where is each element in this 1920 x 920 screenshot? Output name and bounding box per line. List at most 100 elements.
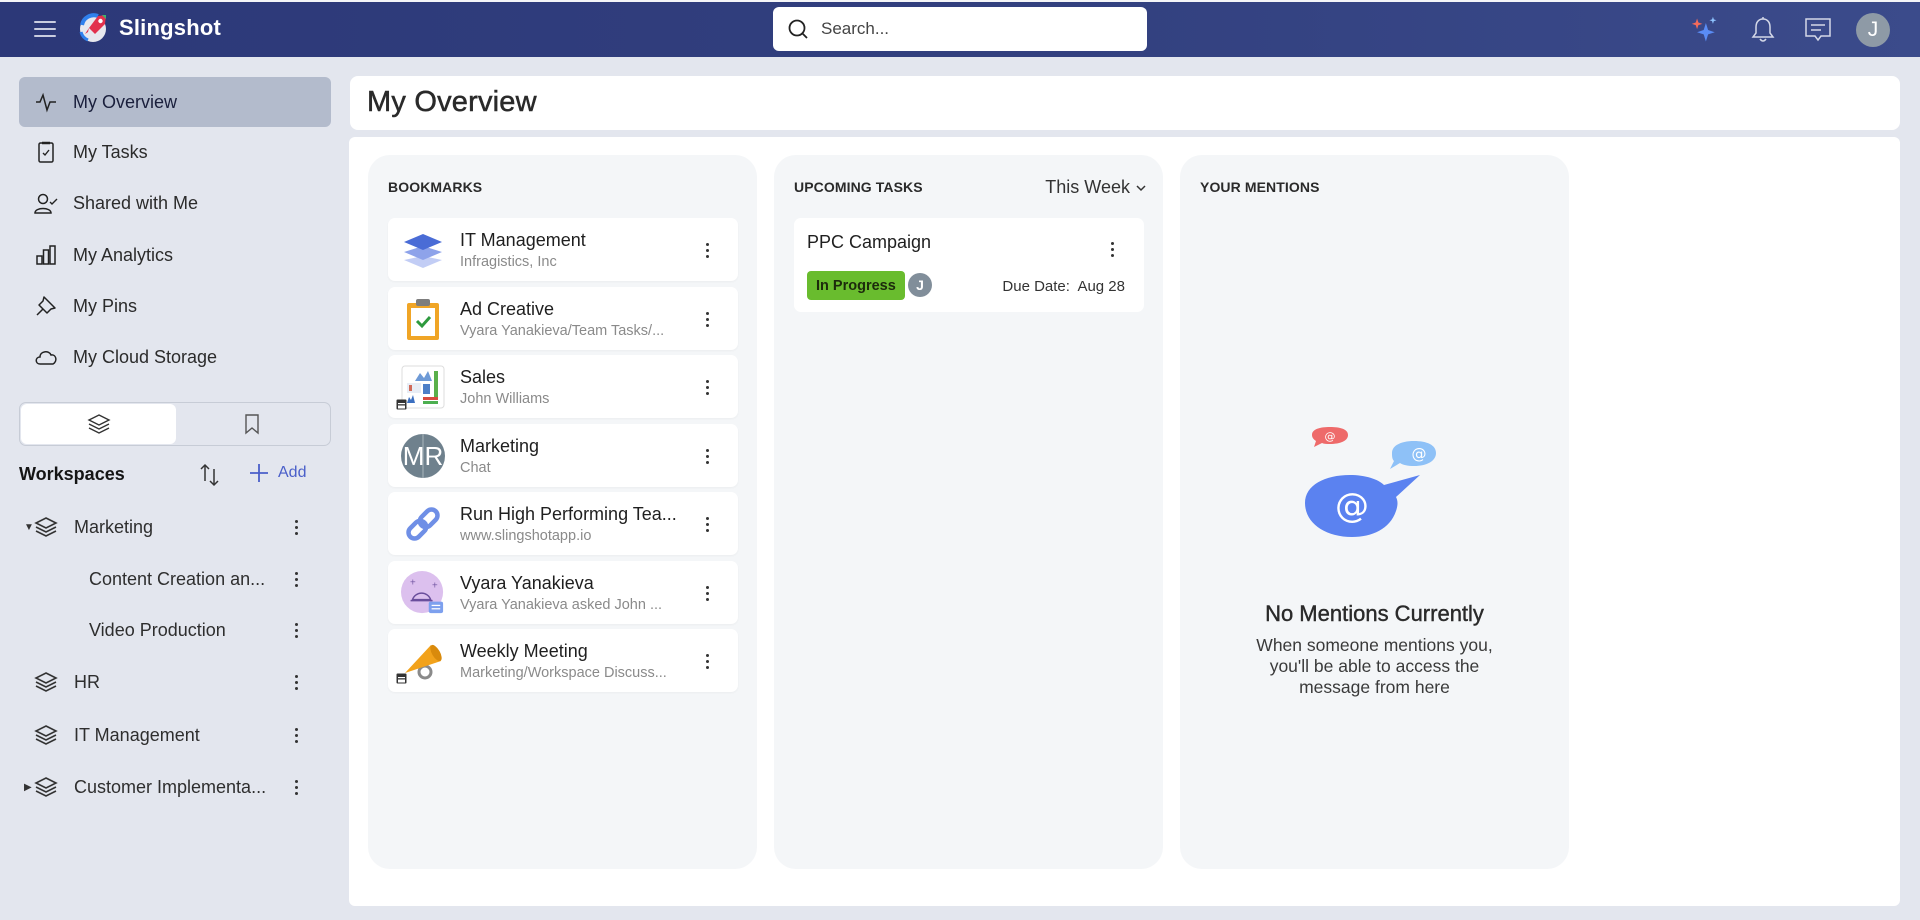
more-options-icon[interactable] [289, 566, 303, 592]
more-options-icon[interactable] [289, 774, 303, 800]
more-options-icon[interactable] [701, 512, 713, 536]
more-options-icon[interactable] [289, 514, 303, 540]
bookmark-item[interactable]: IT Management Infragistics, Inc [388, 218, 738, 281]
bookmark-subtitle: Vyara Yanakieva asked John ... [460, 597, 663, 613]
search-box[interactable] [773, 7, 1147, 51]
slingshot-logo-icon[interactable] [78, 12, 110, 44]
workspace-item-video-production[interactable]: Video Production [19, 607, 319, 653]
sidebar-item-my-overview[interactable]: My Overview [19, 77, 331, 127]
task-clipboard-icon [401, 297, 445, 341]
page-title: My Overview [367, 86, 537, 119]
ai-sparkle-icon[interactable] [1690, 15, 1720, 45]
workspace-item-hr[interactable]: HR [19, 659, 319, 705]
workspace-label: Content Creation an... [89, 568, 266, 589]
bar-chart-icon [34, 243, 58, 267]
mentions-illustration-icon: @ @ @ [1180, 425, 1569, 565]
bookmark-subtitle: www.slingshotapp.io [460, 528, 592, 544]
menu-icon[interactable] [34, 19, 58, 39]
empty-state-text: When someone mentions you, you'll be abl… [1256, 635, 1493, 697]
svg-text:@: @ [1335, 486, 1369, 526]
page-header: My Overview [350, 76, 1900, 130]
more-options-icon[interactable] [701, 444, 713, 468]
upcoming-tasks-panel: UPCOMING TASKS This Week PPC Campaign In… [774, 155, 1163, 869]
layers-icon [34, 672, 58, 692]
status-badge: In Progress [807, 271, 905, 300]
bookmark-item[interactable]: + + Vyara Yanakieva Vyara Yanakieva asked… [388, 561, 738, 624]
top-bar: Slingshot J [0, 0, 1920, 57]
add-workspace-button[interactable]: Add [248, 462, 306, 484]
mentions-panel: YOUR MENTIONS @ @ @ No Mentions Currentl… [1180, 155, 1569, 869]
bookmark-title: Sales [460, 367, 506, 387]
date-range-value: This Week [1045, 177, 1130, 197]
sidebar-item-shared-with-me[interactable]: Shared with Me [19, 178, 331, 228]
workspace-item-content-creation[interactable]: Content Creation an... [19, 556, 319, 602]
chat-avatar-icon: MR [401, 434, 445, 478]
activity-icon [34, 90, 58, 114]
workspace-item-it-management[interactable]: IT Management [19, 712, 319, 758]
more-options-icon[interactable] [701, 649, 713, 673]
sidebar-item-label: My Cloud Storage [73, 346, 218, 367]
more-options-icon[interactable] [1106, 237, 1118, 261]
workspaces-heading: Workspaces [19, 464, 125, 484]
workspace-item-customer-implementation[interactable]: ▶ Customer Implementa... [19, 764, 319, 810]
sort-icon[interactable] [196, 461, 224, 489]
user-avatar[interactable]: J [1856, 13, 1890, 47]
more-options-icon[interactable] [289, 669, 303, 695]
workspaces-tab[interactable] [21, 404, 176, 444]
bookmark-title: Vyara Yanakieva [460, 573, 594, 593]
bookmark-item[interactable]: Ad Creative Vyara Yanakieva/Team Tasks/.… [388, 287, 738, 350]
svg-text:MR: MR [403, 441, 443, 471]
more-options-icon[interactable] [701, 238, 713, 262]
assignee-avatar: J [908, 273, 932, 297]
bookmark-icon [244, 414, 259, 435]
bookmark-item[interactable]: MR Marketing Chat [388, 424, 738, 487]
more-options-icon[interactable] [701, 375, 713, 399]
workspace-label: Customer Implementa... [74, 776, 267, 797]
more-options-icon[interactable] [701, 307, 713, 331]
bookmarks-tab[interactable] [174, 404, 329, 444]
expand-caret-right-icon[interactable]: ▶ [24, 782, 32, 793]
bookmark-subtitle: Chat [460, 460, 491, 476]
sidebar-item-my-cloud-storage[interactable]: My Cloud Storage [19, 332, 331, 382]
bookmark-title: IT Management [460, 230, 586, 250]
svg-text:+: + [410, 577, 416, 586]
workspace-label: Marketing [74, 516, 154, 537]
sidebar-item-my-pins[interactable]: My Pins [19, 281, 331, 331]
due-date-label: Due Date: [1002, 278, 1070, 295]
bookmark-item[interactable]: Weekly Meeting Marketing/Workspace Discu… [388, 629, 738, 692]
user-check-icon [34, 191, 58, 215]
bookmarks-panel: BOOKMARKS IT Management Infragistics, In… [368, 155, 757, 869]
messages-icon[interactable] [1803, 15, 1833, 45]
bookmark-title: Ad Creative [460, 299, 555, 319]
workspace-item-marketing[interactable]: ▼ Marketing [19, 504, 319, 550]
sidebar-item-my-analytics[interactable]: My Analytics [19, 230, 331, 280]
more-options-icon[interactable] [289, 722, 303, 748]
search-input[interactable] [821, 19, 1121, 39]
sidebar-item-label: My Pins [73, 295, 138, 316]
bookmark-title: Run High Performing Tea... [460, 504, 677, 524]
plus-icon [250, 464, 268, 482]
panel-title: BOOKMARKS [388, 179, 483, 195]
notifications-bell-icon[interactable] [1748, 15, 1778, 45]
more-options-icon[interactable] [289, 617, 303, 643]
workspace-layers-icon [401, 228, 445, 272]
bookmark-item[interactable]: Run High Performing Tea... www.slingshot… [388, 492, 738, 555]
dashboard-thumbnail-icon [401, 365, 445, 409]
more-options-icon[interactable] [701, 581, 713, 605]
bookmark-subtitle: Infragistics, Inc [460, 254, 557, 270]
task-item[interactable]: PPC Campaign In Progress J Due Date: Aug… [794, 218, 1144, 312]
layers-icon [34, 517, 58, 537]
sidebar-item-my-tasks[interactable]: My Tasks [19, 127, 331, 177]
workspace-label: IT Management [74, 724, 200, 745]
date-range-dropdown[interactable]: This Week [1045, 177, 1147, 198]
due-date: Due Date: Aug 28 [1002, 278, 1125, 295]
mentions-empty-state: @ @ @ No Mentions Currently When someone… [1180, 425, 1569, 698]
sidebar-item-label: My Overview [73, 91, 178, 112]
pin-icon [34, 294, 58, 318]
expand-caret-down-icon[interactable]: ▼ [24, 522, 34, 533]
bookmark-subtitle: John Williams [460, 391, 550, 407]
bookmark-item[interactable]: Sales John Williams [388, 355, 738, 418]
archive-badge-icon [396, 399, 407, 410]
empty-state-title: No Mentions Currently [1265, 601, 1484, 626]
brand-name[interactable]: Slingshot [119, 15, 221, 41]
